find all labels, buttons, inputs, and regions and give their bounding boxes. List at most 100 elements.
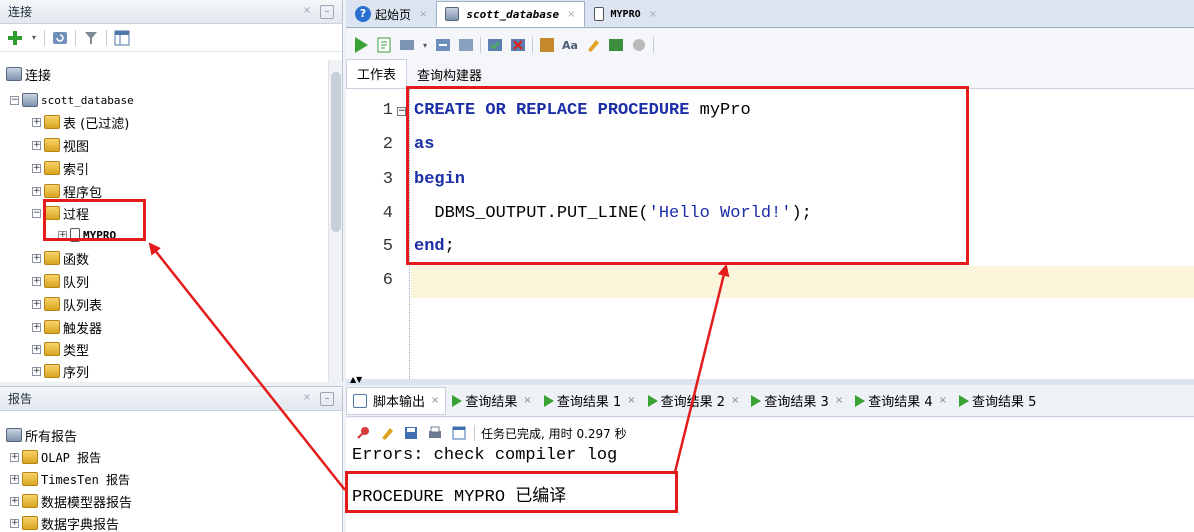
- expand-icon[interactable]: +: [10, 496, 19, 506]
- eraser-icon[interactable]: [584, 36, 602, 54]
- folder-icon: [22, 516, 38, 530]
- folder-icon: [44, 161, 60, 175]
- folder-icon: [44, 115, 60, 129]
- tree-node-indexes[interactable]: + 索引: [32, 158, 89, 178]
- tree-node-packages[interactable]: + 程序包: [32, 181, 102, 201]
- close-icon[interactable]: ×: [300, 392, 314, 406]
- close-tab-icon[interactable]: ×: [627, 395, 635, 406]
- autotrace-icon[interactable]: [398, 36, 416, 54]
- expand-icon[interactable]: +: [32, 344, 41, 354]
- tree-node-functions[interactable]: + 函数: [32, 248, 89, 268]
- close-icon[interactable]: ×: [300, 5, 314, 19]
- report-item-datamodeler[interactable]: + 数据模型器报告: [10, 491, 132, 511]
- expand-icon[interactable]: +: [32, 299, 41, 309]
- tree-node-sequences[interactable]: + 序列: [32, 361, 89, 381]
- fold-collapse-icon[interactable]: −: [397, 107, 406, 116]
- close-tab-icon[interactable]: ×: [431, 395, 439, 406]
- close-tab-icon[interactable]: ×: [731, 395, 739, 406]
- tab-mypro[interactable]: MYPRO ×: [585, 1, 667, 27]
- eraser-icon[interactable]: [378, 424, 396, 442]
- tuning-icon[interactable]: [457, 36, 475, 54]
- scrollbar-thumb[interactable]: [331, 72, 341, 232]
- tab-query-result-2[interactable]: 查询结果 2 ×: [642, 387, 746, 415]
- pin-icon[interactable]: [354, 424, 372, 442]
- tree-node-tables[interactable]: + 表 (已过滤): [32, 112, 129, 132]
- line-number: 1: [382, 101, 393, 120]
- close-tab-icon[interactable]: ×: [649, 9, 657, 20]
- run-script-icon[interactable]: [375, 36, 393, 54]
- run-statement-icon[interactable]: [352, 36, 370, 54]
- close-tab-icon[interactable]: ×: [567, 9, 575, 20]
- tree-node-types[interactable]: + 类型: [32, 339, 89, 359]
- expand-icon[interactable]: +: [10, 518, 19, 528]
- expand-icon[interactable]: +: [58, 230, 67, 240]
- refresh-icon[interactable]: [51, 29, 69, 47]
- expand-icon[interactable]: +: [32, 276, 41, 286]
- tab-label: 查询结果 1: [556, 395, 622, 410]
- print-icon[interactable]: [426, 424, 444, 442]
- commit-icon[interactable]: [486, 36, 504, 54]
- explain-plan-icon[interactable]: [434, 36, 452, 54]
- filter-icon[interactable]: [82, 29, 100, 47]
- close-tab-icon[interactable]: ×: [835, 395, 843, 406]
- code-editor[interactable]: 1 2 3 4 5 6 − CREATE OR REPLACE PROCEDUR…: [346, 89, 1194, 379]
- expand-icon[interactable]: +: [32, 140, 41, 150]
- minimize-icon[interactable]: –: [320, 4, 334, 19]
- output-toolbar: 任务已完成, 用时 0.297 秒: [346, 418, 1194, 448]
- tree-node-views[interactable]: + 视图: [32, 135, 89, 155]
- report-item-datadictionary[interactable]: + 数据字典报告: [10, 513, 119, 532]
- report-item-olap[interactable]: + OLAP 报告: [10, 447, 101, 467]
- tree-node-queue-tables[interactable]: + 队列表: [32, 294, 102, 314]
- expand-icon[interactable]: +: [32, 322, 41, 332]
- reports-root-label: 所有报告: [25, 429, 78, 445]
- tree-root-connections[interactable]: 连接: [6, 64, 51, 84]
- unshared-sql-icon[interactable]: [538, 36, 556, 54]
- tab-query-result[interactable]: 查询结果 ×: [446, 387, 537, 415]
- tree-label: 队列: [63, 275, 90, 291]
- tab-query-builder[interactable]: 查询构建器: [407, 61, 492, 88]
- tab-query-result-1[interactable]: 查询结果 1 ×: [538, 387, 642, 415]
- tree-node-triggers[interactable]: + 触发器: [32, 317, 102, 337]
- tab-script-output[interactable]: 脚本输出 ×: [346, 386, 447, 415]
- expand-icon[interactable]: +: [32, 163, 41, 173]
- reports-root[interactable]: 所有报告: [6, 425, 77, 445]
- expand-icon[interactable]: +: [10, 474, 19, 484]
- expand-icon[interactable]: +: [32, 117, 41, 127]
- line-number: 4: [382, 204, 393, 223]
- dropdown-icon[interactable]: ▾: [421, 36, 429, 54]
- dropdown-icon[interactable]: ▾: [30, 29, 38, 47]
- to-uppercase-icon[interactable]: Aa: [561, 36, 579, 54]
- tab-worksheet[interactable]: 工作表: [346, 59, 408, 88]
- add-connection-icon[interactable]: [6, 29, 24, 47]
- minimize-icon[interactable]: –: [320, 391, 334, 406]
- expand-icon[interactable]: +: [32, 253, 41, 263]
- tab-start-page[interactable]: ? 起始页 ×: [346, 1, 436, 27]
- tree-node-queues[interactable]: + 队列: [32, 271, 89, 291]
- report-item-timesten[interactable]: + TimesTen 报告: [10, 469, 130, 489]
- close-tab-icon[interactable]: ×: [939, 395, 947, 406]
- tab-query-result-3[interactable]: 查询结果 3 ×: [745, 387, 849, 415]
- split-arrows-icon[interactable]: ▲▼: [350, 376, 362, 384]
- script-output-area[interactable]: Errors: check compiler log PROCEDURE MYP…: [346, 446, 1194, 532]
- tab-query-result-5[interactable]: 查询结果 5: [953, 387, 1042, 415]
- tree-node-mypro[interactable]: + MYPRO: [58, 225, 116, 245]
- save-icon[interactable]: [402, 424, 420, 442]
- tab-scott-database[interactable]: scott_database ×: [436, 1, 585, 27]
- close-tab-icon[interactable]: ×: [419, 9, 427, 20]
- expand-icon[interactable]: +: [10, 452, 19, 462]
- string-literal: 'Hello World!': [648, 204, 792, 223]
- schema-browser-icon[interactable]: [113, 29, 131, 47]
- close-tab-icon[interactable]: ×: [523, 395, 531, 406]
- tree-scrollbar[interactable]: [328, 60, 342, 382]
- expand-icon[interactable]: +: [32, 186, 41, 196]
- collapse-icon[interactable]: −: [10, 95, 19, 105]
- tab-query-result-4[interactable]: 查询结果 4 ×: [849, 387, 953, 415]
- code-icon[interactable]: [630, 36, 648, 54]
- sql-history-icon[interactable]: [607, 36, 625, 54]
- rollback-icon[interactable]: [509, 36, 527, 54]
- expand-icon[interactable]: +: [32, 366, 41, 376]
- open-file-icon[interactable]: [450, 424, 468, 442]
- tree-node-database[interactable]: − scott_database: [10, 90, 134, 110]
- tree-node-procedures[interactable]: − 过程: [32, 203, 89, 223]
- collapse-icon[interactable]: −: [32, 208, 41, 218]
